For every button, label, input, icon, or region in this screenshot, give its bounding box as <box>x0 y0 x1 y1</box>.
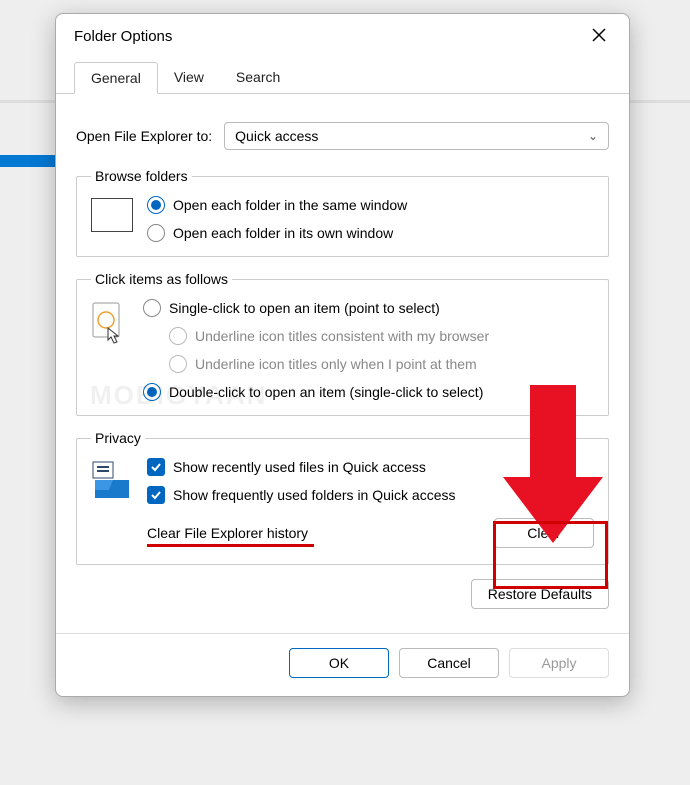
clear-button[interactable]: Clear <box>494 518 594 548</box>
folder-options-dialog: Folder Options General View Search Open … <box>55 13 630 697</box>
window-title: Folder Options <box>74 28 172 45</box>
checkbox-frequent-folders[interactable]: Show frequently used folders in Quick ac… <box>147 486 594 504</box>
privacy-legend: Privacy <box>91 430 145 446</box>
checkbox-checked-icon <box>147 486 165 504</box>
close-button[interactable] <box>581 20 617 52</box>
checkbox-recent-files-label: Show recently used files in Quick access <box>173 459 426 475</box>
radio-same-window-label: Open each folder in the same window <box>173 197 407 213</box>
radio-icon <box>143 383 161 401</box>
radio-single-click[interactable]: Single-click to open an item (point to s… <box>143 299 489 317</box>
click-items-legend: Click items as follows <box>91 271 232 287</box>
radio-own-window[interactable]: Open each folder in its own window <box>147 224 407 242</box>
chevron-down-icon: ⌄ <box>588 129 598 143</box>
clear-history-row: Clear File Explorer history Clear <box>147 518 594 548</box>
clear-history-label: Clear File Explorer history <box>147 525 308 541</box>
radio-icon <box>147 196 165 214</box>
radio-underline-point: Underline icon titles only when I point … <box>169 355 489 373</box>
click-items-group: Click items as follows Single-click to o… <box>76 271 609 416</box>
background-progress-accent <box>0 155 60 167</box>
tab-general[interactable]: General <box>74 62 158 94</box>
radio-double-click[interactable]: Double-click to open an item (single-cli… <box>143 383 489 401</box>
apply-button: Apply <box>509 648 609 678</box>
close-icon <box>592 26 606 47</box>
radio-underline-point-label: Underline icon titles only when I point … <box>195 356 477 372</box>
browse-folders-group: Browse folders Open each folder in the s… <box>76 168 609 257</box>
annotation-underline <box>147 544 314 547</box>
ok-button[interactable]: OK <box>289 648 389 678</box>
open-explorer-row: Open File Explorer to: Quick access ⌄ <box>76 122 609 150</box>
radio-single-click-label: Single-click to open an item (point to s… <box>169 300 440 316</box>
radio-icon <box>143 299 161 317</box>
dialog-body: Open File Explorer to: Quick access ⌄ Br… <box>56 94 629 627</box>
checkbox-frequent-folders-label: Show frequently used folders in Quick ac… <box>173 487 455 503</box>
restore-defaults-row: Restore Defaults <box>76 579 609 609</box>
tab-search[interactable]: Search <box>220 62 296 93</box>
privacy-group: Privacy Show re <box>76 430 609 565</box>
cursor-click-icon <box>91 301 129 349</box>
title-bar: Folder Options <box>56 14 629 58</box>
dialog-actions: OK Cancel Apply <box>56 634 629 696</box>
open-explorer-select[interactable]: Quick access ⌄ <box>224 122 609 150</box>
radio-underline-browser: Underline icon titles consistent with my… <box>169 327 489 345</box>
tab-strip: General View Search <box>56 58 629 94</box>
radio-double-click-label: Double-click to open an item (single-cli… <box>169 384 483 400</box>
folder-window-icon <box>91 198 133 232</box>
radio-underline-browser-label: Underline icon titles consistent with my… <box>195 328 489 344</box>
checkbox-recent-files[interactable]: Show recently used files in Quick access <box>147 458 594 476</box>
quick-access-icon <box>91 458 133 500</box>
radio-own-window-label: Open each folder in its own window <box>173 225 393 241</box>
browse-folders-legend: Browse folders <box>91 168 192 184</box>
restore-defaults-button[interactable]: Restore Defaults <box>471 579 609 609</box>
cancel-button[interactable]: Cancel <box>399 648 499 678</box>
tab-view[interactable]: View <box>158 62 220 93</box>
radio-icon <box>169 327 187 345</box>
checkbox-checked-icon <box>147 458 165 476</box>
radio-icon <box>147 224 165 242</box>
radio-same-window[interactable]: Open each folder in the same window <box>147 196 407 214</box>
open-explorer-label: Open File Explorer to: <box>76 128 212 144</box>
radio-icon <box>169 355 187 373</box>
open-explorer-value: Quick access <box>235 128 318 144</box>
